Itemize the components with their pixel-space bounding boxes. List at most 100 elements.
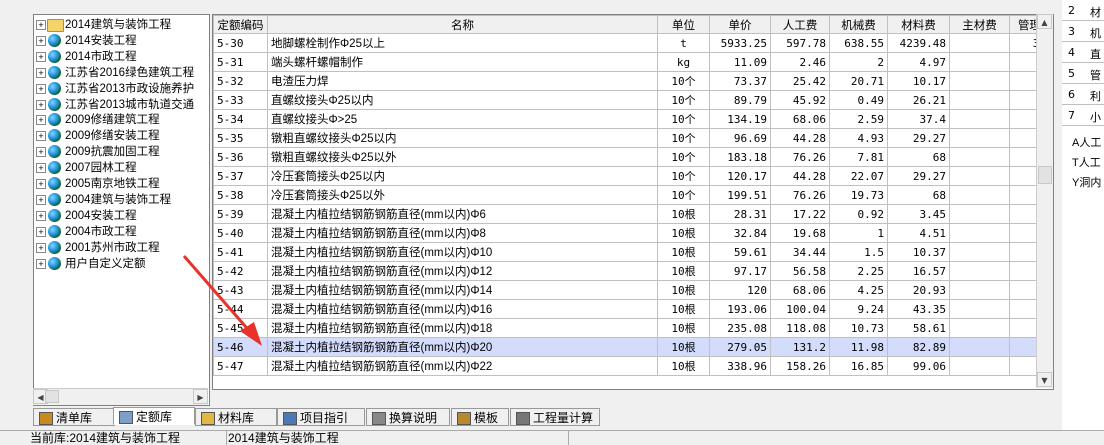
column-header[interactable]: 定额编码 — [213, 15, 268, 34]
table-cell: 25.42 — [770, 71, 830, 91]
expand-icon[interactable]: + — [36, 258, 46, 269]
column-header[interactable]: 材料费 — [887, 15, 950, 34]
summary-row-label: 直 — [1090, 48, 1101, 61]
table-cell — [949, 337, 1010, 357]
guide-icon — [283, 412, 297, 425]
table-cell: 5-41 — [213, 242, 268, 262]
table-cell: 10个 — [657, 166, 710, 186]
table-cell: 5-30 — [213, 33, 268, 53]
table-cell: 58.61 — [887, 318, 950, 338]
quota-icon — [119, 411, 133, 424]
tree-node-label: 2004建筑与装饰工程 — [65, 193, 172, 206]
table-cell: 76.26 — [770, 185, 830, 205]
tab-quota[interactable]: 定额库 — [113, 407, 195, 425]
expand-icon[interactable]: + — [36, 99, 46, 110]
expand-icon[interactable]: + — [36, 242, 46, 253]
expand-icon[interactable]: + — [36, 35, 46, 46]
quota-library-tree[interactable]: +2014建筑与装饰工程 +2014安装工程 +2014市政工程 + 江苏省2016绿色… — [33, 14, 210, 406]
table-row[interactable]: 5-37冷压套筒接头Φ25以内10个120.1744.2822.0729.271 — [213, 166, 1050, 186]
summary-row[interactable]: 6利 — [1062, 84, 1104, 105]
table-cell — [949, 109, 1010, 129]
table-row[interactable]: 5-31 端头螺杆螺帽制作 kg 11.09 2.46 2 4.97 — [213, 52, 1050, 72]
scroll-right-button[interactable]: ▶ — [193, 389, 208, 404]
tab-calc[interactable]: 工程量计算 — [510, 408, 600, 426]
summary-row[interactable]: 3机 — [1062, 21, 1104, 42]
table-row[interactable]: 5-46 混凝土内植拉结钢筋钢筋直径(mm以内)Φ20 10根 279.05 131.2… — [213, 337, 1050, 357]
table-row[interactable]: 5-38 冷压套筒接头Φ25以外 10个 199.51 76.26 19.73 68 — [213, 185, 1050, 205]
table-row[interactable]: 5-34直螺纹接头Φ>2510个134.1968.062.5937.41 — [213, 109, 1050, 129]
table-cell: 混凝土内植拉结钢筋钢筋直径(mm以内)Φ12 — [267, 261, 658, 281]
table-row[interactable]: 5-43 混凝土内植拉结钢筋钢筋直径(mm以内)Φ14 10根 120 68.06 4.2… — [213, 280, 1050, 300]
tree-horizontal-scrollbar[interactable]: ◀ ▶ — [33, 388, 208, 405]
table-row[interactable]: 5-47 混凝土内植拉结钢筋钢筋直径(mm以内)Φ22 10根 338.96 158.2… — [213, 356, 1050, 376]
table-cell: 193.06 — [709, 299, 771, 319]
tab-guide[interactable]: 项目指引 — [277, 408, 365, 426]
table-row[interactable]: 5-36镦粗直螺纹接头Φ25以外10个183.1876.267.81682 — [213, 147, 1050, 167]
table-cell: 1.5 — [829, 242, 888, 262]
column-header[interactable]: 人工费 — [770, 15, 830, 34]
tab-label: 材料库 — [218, 411, 255, 425]
scroll-down-button[interactable]: ▼ — [1037, 372, 1052, 387]
column-header[interactable]: 名称 — [267, 15, 658, 34]
tab-template[interactable]: 模板 — [451, 408, 509, 426]
expand-icon[interactable]: + — [36, 210, 46, 221]
table-row[interactable]: 5-35 镦粗直螺纹接头Φ25以内 10个 96.69 44.28 4.93 29.27 — [213, 128, 1050, 148]
table-cell: 56.58 — [770, 261, 830, 281]
tree-node-label: 2014建筑与装饰工程 — [65, 19, 172, 31]
table-cell: 混凝土内植拉结钢筋钢筋直径(mm以内)Φ6 — [267, 204, 658, 224]
table-row[interactable]: 5-44 混凝土内植拉结钢筋钢筋直径(mm以内)Φ16 10根 193.06 100.0… — [213, 299, 1050, 319]
table-row[interactable]: 5-39 混凝土内植拉结钢筋钢筋直径(mm以内)Φ6 10根 28.31 17.22 0.… — [213, 204, 1050, 224]
globe-icon — [48, 33, 61, 47]
tab-label: 模板 — [474, 411, 499, 425]
expand-icon[interactable]: + — [36, 163, 46, 174]
expand-icon[interactable]: + — [36, 20, 46, 30]
table-cell: 2 — [829, 52, 888, 72]
tab-label: 清单库 — [56, 411, 93, 425]
expand-icon[interactable]: + — [36, 51, 46, 62]
grid-vertical-scrollbar[interactable]: ▲ ▼ — [1036, 14, 1053, 388]
table-cell: 96.69 — [709, 128, 771, 148]
table-cell: 9.24 — [829, 299, 888, 319]
summary-row[interactable]: 2材 — [1062, 0, 1104, 21]
summary-row[interactable]: 7小 — [1062, 105, 1104, 126]
expand-icon[interactable]: + — [36, 67, 46, 78]
expand-icon[interactable]: + — [36, 115, 46, 126]
summary-row[interactable]: 4直 — [1062, 42, 1104, 63]
table-cell: 68.06 — [770, 280, 830, 300]
tab-document[interactable]: 换算说明 — [366, 408, 450, 426]
table-row[interactable]: 5-40 混凝土内植拉结钢筋钢筋直径(mm以内)Φ8 10根 32.84 19.68 1 4… — [213, 223, 1050, 243]
quota-grid[interactable]: 定额编码 名称 单位 单价 人工费 机械费 材料费 主材费 管理 5-30 地脚螺栓制作Φ25以上… — [212, 14, 1054, 390]
tab-folder[interactable]: 材料库 — [195, 408, 277, 426]
scroll-thumb[interactable] — [1038, 166, 1052, 184]
expand-icon[interactable]: + — [36, 83, 46, 94]
table-row[interactable]: 5-41 混凝土内植拉结钢筋钢筋直径(mm以内)Φ10 10根 59.61 34.44 1… — [213, 242, 1050, 262]
scroll-thumb[interactable] — [45, 390, 59, 403]
column-header[interactable]: 单价 — [709, 15, 771, 34]
table-row[interactable]: 5-45 混凝土内植拉结钢筋钢筋直径(mm以内)Φ18 10根 235.08 118.0… — [213, 318, 1050, 338]
table-row[interactable]: 5-30 地脚螺栓制作Φ25以上 t 5933.25 597.78 638.55 4239.… — [213, 33, 1050, 53]
scroll-up-button[interactable]: ▲ — [1037, 14, 1052, 29]
expand-icon[interactable]: + — [36, 194, 46, 205]
column-header[interactable]: 机械费 — [829, 15, 888, 34]
summary-row-number: 2 — [1068, 4, 1075, 17]
table-row[interactable]: 5-42 混凝土内植拉结钢筋钢筋直径(mm以内)Φ12 10根 97.17 56.58 2… — [213, 261, 1050, 281]
expand-icon[interactable]: + — [36, 147, 46, 158]
column-header[interactable]: 主材费 — [949, 15, 1010, 34]
table-cell: 3.45 — [887, 204, 950, 224]
table-cell: 2.46 — [770, 52, 830, 72]
table-row[interactable]: 5-32电渣压力焊10个73.3725.4220.7110.171 — [213, 71, 1050, 91]
table-cell: 19.73 — [829, 185, 888, 205]
summary-note: Y洞内 — [1072, 177, 1102, 189]
expand-icon[interactable]: + — [36, 131, 46, 142]
table-cell: 0.49 — [829, 90, 888, 110]
expand-icon[interactable]: + — [36, 226, 46, 237]
expand-icon[interactable]: + — [36, 179, 46, 189]
column-header[interactable]: 单位 — [657, 15, 710, 34]
table-row[interactable]: 5-33 直螺纹接头Φ25以内 10个 89.79 45.92 0.49 26.21 — [213, 90, 1050, 110]
table-cell: t — [657, 33, 710, 53]
table-cell: 10根 — [657, 356, 710, 376]
tab-list[interactable]: 清单库 — [33, 408, 115, 426]
summary-row[interactable]: 5管 — [1062, 63, 1104, 84]
tree-node-label: 2004市政工程 — [65, 225, 137, 238]
table-cell: 5-32 — [213, 71, 268, 91]
